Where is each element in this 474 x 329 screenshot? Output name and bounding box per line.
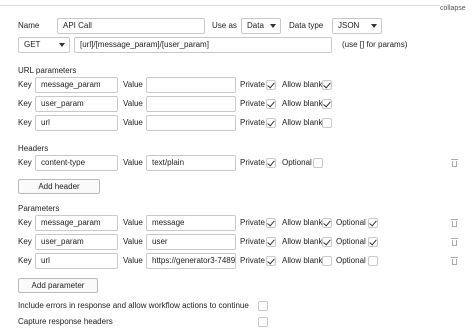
url-param-value-input[interactable] — [146, 115, 236, 131]
url-param-value-input[interactable] — [146, 77, 236, 93]
allow-blank-checkbox[interactable] — [322, 218, 332, 228]
private-label: Private — [240, 99, 265, 108]
private-checkbox[interactable] — [266, 99, 276, 109]
optional-checkbox[interactable] — [368, 218, 378, 228]
use-as-select[interactable]: Data — [241, 18, 281, 34]
capture-headers-checkbox[interactable] — [258, 317, 268, 327]
optional-label: Optional — [336, 237, 366, 246]
data-type-value: JSON — [338, 21, 360, 30]
optional-label: Optional — [336, 256, 366, 265]
optional-label: Optional — [336, 218, 366, 227]
allow-blank-label: Allow blank — [282, 218, 323, 227]
chevron-down-icon — [59, 43, 65, 47]
url-param-key-input[interactable]: url — [35, 115, 118, 131]
param-value-input[interactable]: message — [146, 215, 236, 231]
include-errors-checkbox[interactable] — [258, 301, 268, 311]
private-label: Private — [240, 80, 265, 89]
delete-param-trash-icon[interactable] — [451, 257, 458, 265]
http-method-value: GET — [24, 40, 41, 49]
header-key-input[interactable]: content-type — [35, 155, 118, 171]
allow-blank-checkbox[interactable] — [322, 237, 332, 247]
allow-blank-checkbox[interactable] — [322, 80, 332, 90]
include-errors-label: Include errors in response and allow wor… — [18, 301, 249, 310]
allow-blank-label: Allow blank — [282, 99, 323, 108]
private-label: Private — [240, 256, 265, 265]
http-method-select[interactable]: GET — [18, 37, 70, 53]
key-label: Key — [18, 158, 32, 167]
delete-param-trash-icon[interactable] — [451, 219, 458, 227]
value-label: Value — [123, 158, 143, 167]
capture-headers-label: Capture response headers — [18, 317, 113, 326]
allow-blank-label: Allow blank — [282, 237, 323, 246]
optional-checkbox[interactable] — [368, 237, 378, 247]
private-label: Private — [240, 158, 265, 167]
url-input[interactable]: [url]/[message_param]/[user_param] — [74, 37, 332, 53]
add-parameter-button[interactable]: Add parameter — [18, 278, 98, 293]
private-label: Private — [240, 237, 265, 246]
param-key-input[interactable]: message_param — [35, 215, 118, 231]
param-value-input[interactable]: user — [146, 234, 236, 250]
url-parameters-title: URL parameters — [18, 66, 77, 75]
key-label: Key — [18, 99, 32, 108]
allow-blank-checkbox[interactable] — [322, 256, 332, 266]
use-as-label: Use as — [212, 21, 237, 30]
private-checkbox[interactable] — [266, 118, 276, 128]
add-header-button[interactable]: Add header — [18, 179, 100, 194]
value-label: Value — [123, 118, 143, 127]
value-label: Value — [123, 218, 143, 227]
data-type-select[interactable]: JSON — [332, 18, 382, 34]
key-label: Key — [18, 256, 32, 265]
value-label: Value — [123, 80, 143, 89]
value-label: Value — [123, 237, 143, 246]
collapse-link[interactable]: collapse — [440, 4, 466, 14]
private-label: Private — [240, 118, 265, 127]
delete-header-trash-icon[interactable] — [451, 159, 458, 167]
param-key-input[interactable]: user_param — [35, 234, 118, 250]
url-param-value-input[interactable] — [146, 96, 236, 112]
url-param-key-input[interactable]: message_param — [35, 77, 118, 93]
header-value-input[interactable]: text/plain — [146, 155, 236, 171]
data-type-label: Data type — [289, 21, 324, 30]
private-checkbox[interactable] — [266, 237, 276, 247]
delete-param-trash-icon[interactable] — [451, 238, 458, 246]
parameters-title: Parameters — [18, 204, 60, 213]
chevron-down-icon — [270, 24, 276, 28]
optional-checkbox[interactable] — [313, 158, 323, 168]
private-checkbox[interactable] — [266, 218, 276, 228]
key-label: Key — [18, 80, 32, 89]
private-checkbox[interactable] — [266, 158, 276, 168]
key-label: Key — [18, 218, 32, 227]
name-label: Name — [18, 21, 40, 30]
value-label: Value — [123, 256, 143, 265]
key-label: Key — [18, 118, 32, 127]
value-label: Value — [123, 99, 143, 108]
allow-blank-checkbox[interactable] — [322, 99, 332, 109]
use-as-value: Data — [247, 21, 264, 30]
param-value-input[interactable]: https://generator3-74897 — [146, 253, 236, 269]
optional-label: Optional — [282, 158, 312, 167]
url-param-key-input[interactable]: user_param — [35, 96, 118, 112]
call-name-input[interactable]: API Call — [57, 18, 205, 34]
allow-blank-label: Allow blank — [282, 80, 323, 89]
private-checkbox[interactable] — [266, 256, 276, 266]
allow-blank-label: Allow blank — [282, 118, 323, 127]
param-key-input[interactable]: url — [35, 253, 118, 269]
chevron-down-icon — [371, 24, 377, 28]
allow-blank-label: Allow blank — [282, 256, 323, 265]
private-label: Private — [240, 218, 265, 227]
headers-title: Headers — [18, 144, 49, 153]
key-label: Key — [18, 237, 32, 246]
allow-blank-checkbox[interactable] — [322, 118, 332, 128]
private-checkbox[interactable] — [266, 80, 276, 90]
panel-top-border — [0, 0, 440, 6]
optional-checkbox[interactable] — [368, 256, 378, 266]
url-hint: (use [] for params) — [342, 40, 408, 49]
